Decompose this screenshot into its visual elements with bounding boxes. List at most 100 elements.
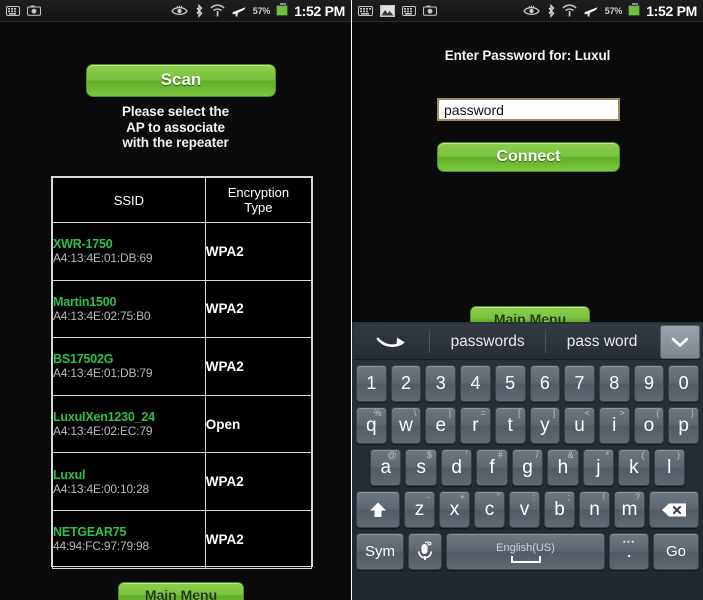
key-j[interactable]: * j — [582, 449, 615, 486]
ap-mac-address: A4:13:4E:01:DB:69 — [53, 251, 153, 266]
key-a[interactable]: @ a — [370, 449, 402, 486]
password-input[interactable] — [437, 98, 620, 121]
key-label: s — [416, 456, 426, 478]
key-k[interactable]: (k — [618, 449, 650, 486]
key-4[interactable]: 4 — [460, 365, 491, 402]
ap-ssid-name: Luxul — [53, 467, 86, 482]
table-row[interactable]: Martin1500 A4:13:4E:02:75:B0 WPA2 — [52, 279, 313, 339]
key-h[interactable]: & h — [547, 449, 579, 486]
image-icon — [380, 4, 395, 17]
column-header-encryption-line1: Encryption — [227, 185, 290, 200]
battery-percent-label: 57% — [604, 5, 623, 16]
suggestion-item-0[interactable]: passwords — [429, 330, 545, 353]
key-superscript: > — [619, 408, 625, 418]
key-label: f — [489, 456, 495, 478]
key-w[interactable]: \ w — [390, 407, 422, 444]
arrow-right-icon[interactable] — [355, 334, 429, 350]
key-superscript: < — [584, 408, 590, 418]
key-label: c — [484, 498, 495, 520]
key-0[interactable]: 0 — [668, 365, 700, 402]
key-label: e — [435, 414, 447, 436]
key-label: 6 — [539, 373, 550, 393]
keyboard-row-home: @ a $ s ' d # f / g & h * j(k) l — [354, 449, 701, 486]
key-i[interactable]: > i — [598, 407, 630, 444]
key-g[interactable]: / g — [511, 449, 544, 486]
suggestion-bar: passwords pass word — [354, 324, 701, 360]
key-6[interactable]: 6 — [529, 365, 561, 402]
key-z[interactable]: -z — [404, 491, 435, 528]
key-u[interactable]: < u — [564, 407, 595, 444]
key-3[interactable]: 3 — [425, 365, 457, 402]
key-8[interactable]: 8 — [598, 365, 630, 402]
ap-cell-encryption: WPA2 — [204, 279, 313, 339]
key-n[interactable]: ! n — [579, 491, 610, 528]
status-bar-right-icons: 57% 1:52 PM — [171, 3, 347, 19]
space-key[interactable]: English(US) — [446, 533, 605, 570]
ap-cell-ssid: BS17502G A4:13:4E:01:DB:79 — [52, 337, 206, 396]
space-bar-glyph — [510, 556, 541, 563]
key-x[interactable]: + x — [439, 491, 470, 528]
main-menu-button[interactable]: Main Menu — [118, 582, 244, 600]
key-d[interactable]: ' d — [440, 449, 473, 486]
key-r[interactable]: = r — [460, 407, 491, 444]
scan-hint: Please select the AP to associate with t… — [0, 104, 351, 151]
key-b[interactable]: ; b — [544, 491, 575, 528]
key-label: 0 — [678, 373, 689, 393]
key-2[interactable]: 2 — [390, 365, 422, 402]
key-o[interactable]: {o — [633, 407, 665, 444]
key-1[interactable]: 1 — [355, 365, 387, 402]
go-key[interactable]: Go — [653, 533, 699, 570]
key-y[interactable]: ] y — [529, 407, 561, 444]
key-label: l — [667, 456, 672, 478]
ap-cell-ssid: XWR-1750 A4:13:4E:01:DB:69 — [52, 222, 206, 281]
backspace-icon[interactable] — [649, 491, 699, 528]
table-row[interactable]: LuxulXen1230_24 A4:13:4E:02:EC:79 Open — [52, 394, 313, 454]
key-label: 1 — [366, 373, 377, 393]
key-s[interactable]: $ s — [405, 449, 437, 486]
microphone-icon[interactable] — [408, 533, 442, 570]
keyboard-row-bottom: - z + x " c: v; b! n? m — [354, 491, 701, 528]
chevron-down-icon[interactable] — [660, 324, 700, 359]
shift-icon[interactable] — [356, 491, 400, 528]
ap-mac-address: A4:13:4E:02:75:B0 — [53, 308, 151, 323]
key-label: r — [472, 414, 479, 436]
bluetooth-icon — [194, 3, 204, 18]
ap-cell-ssid: NETGEAR75 44:94:FC:97:79:98 — [52, 509, 206, 569]
key-l[interactable]: ) l — [653, 449, 685, 486]
keyboard-icon — [402, 5, 416, 16]
key-q[interactable]: % q — [355, 407, 387, 444]
key-m[interactable]: ? m — [614, 491, 645, 528]
key-f[interactable]: # f — [476, 449, 508, 486]
key-superscript: = — [480, 408, 486, 418]
ap-list-table: SSID Encryption Type XWR-1750 A4:13:4E:01… — [51, 176, 313, 569]
key-e[interactable]: | e — [425, 407, 457, 444]
suggestion-item-1[interactable]: pass word — [545, 330, 658, 353]
key-c[interactable]: " c — [474, 491, 505, 528]
key-superscript: ) — [676, 450, 680, 460]
key-7[interactable]: 7 — [564, 365, 595, 402]
key-superscript: { — [656, 408, 660, 418]
scan-button[interactable]: Scan — [86, 64, 276, 97]
key-9[interactable]: 9 — [633, 365, 665, 402]
table-row[interactable]: Luxul A4:13:4E:00:10:28 WPA2 — [52, 452, 313, 511]
key-label: k — [629, 456, 639, 478]
key-superscript: * — [605, 450, 610, 460]
key-superscript: @ — [387, 450, 397, 460]
table-row[interactable]: XWR-1750 A4:13:4E:01:DB:69 WPA2 — [52, 222, 313, 281]
key-label: 2 — [401, 373, 412, 393]
ap-ssid-name: XWR-1750 — [53, 237, 113, 252]
key-v[interactable]: :v — [509, 491, 540, 528]
key-5[interactable]: 5 — [494, 365, 526, 402]
period-key[interactable]: ••• . — [609, 533, 649, 570]
table-row[interactable]: NETGEAR75 44:94:FC:97:79:98 WPA2 — [52, 509, 313, 569]
table-row[interactable]: BS17502G A4:13:4E:01:DB:79 WPA2 — [52, 337, 313, 396]
key-p[interactable]: } p — [668, 407, 700, 444]
column-header-encryption: Encryption Type — [204, 177, 313, 223]
key-label: 4 — [470, 373, 481, 393]
ap-mac-address: A4:13:4E:02:EC:79 — [53, 424, 153, 439]
key-superscript: " — [496, 492, 500, 502]
period-key-dots: ••• — [622, 537, 636, 547]
sym-key[interactable]: Sym — [356, 533, 404, 570]
connect-button[interactable]: Connect — [437, 142, 620, 172]
key-t[interactable]: [t — [494, 407, 526, 444]
